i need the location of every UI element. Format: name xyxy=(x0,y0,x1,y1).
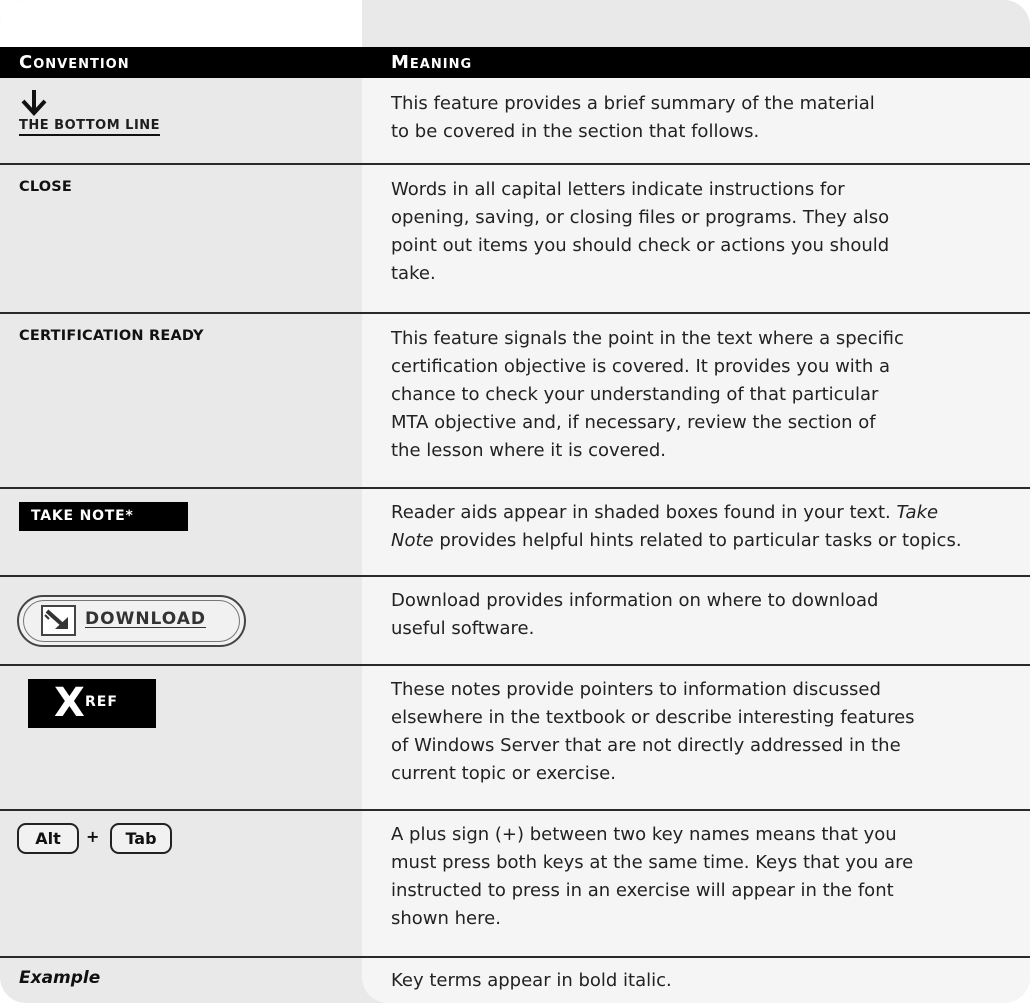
meaning-line: current topic or exercise. xyxy=(391,763,616,784)
xref-ref: REF xyxy=(85,694,118,710)
plus-sign: + xyxy=(86,827,100,846)
close-label: CLOSE xyxy=(19,179,73,195)
meaning-italic: Note xyxy=(391,530,434,551)
meaning-line: This feature signals the point in the te… xyxy=(391,328,904,349)
meaning-italic: Take xyxy=(896,502,939,523)
meaning-text: This feature provides a brief summary of… xyxy=(391,90,1016,146)
meaning-line: to be covered in the section that follow… xyxy=(391,121,760,142)
meaning-line: take. xyxy=(391,263,436,284)
meaning-text: A plus sign (+) between two key names me… xyxy=(391,821,1016,933)
certification-ready-label: CERTIFICATION READY xyxy=(19,328,204,344)
xref-badge: X REF xyxy=(28,679,156,728)
row-certification-ready: CERTIFICATION READY This feature signals… xyxy=(0,314,1030,487)
meaning-text: Reader aids appear in shaded boxes found… xyxy=(391,499,1016,555)
meaning-line: must press both keys at the same time. K… xyxy=(391,852,914,873)
meaning-text: Key terms appear in bold italic. xyxy=(391,967,1016,995)
header-convention: Convention xyxy=(19,52,130,73)
meaning-line: opening, saving, or closing files or pro… xyxy=(391,207,890,228)
meaning-text: These notes provide pointers to informat… xyxy=(391,676,1016,788)
meaning-line: Reader aids appear in shaded boxes found… xyxy=(391,499,1016,527)
down-arrow-icon xyxy=(21,90,47,116)
meaning-line: This feature provides a brief summary of… xyxy=(391,93,875,114)
meaning-line: A plus sign (+) between two key names me… xyxy=(391,824,897,845)
take-note-label: TAKE NOTE* xyxy=(19,502,188,531)
row-example: Example Key terms appear in bold italic. xyxy=(0,958,1030,1003)
row-keys: Alt + Tab A plus sign (+) between two ke… xyxy=(0,811,1030,956)
meaning-fragment: Reader aids appear in shaded boxes found… xyxy=(391,502,897,523)
top-right-tab xyxy=(362,0,1030,47)
download-label: DOWNLOAD xyxy=(85,609,207,629)
alt-key: Alt xyxy=(17,823,79,854)
tab-key: Tab xyxy=(110,823,172,854)
table-header: Convention Meaning xyxy=(0,47,1030,78)
meaning-text: Download provides information on where t… xyxy=(391,587,1016,643)
meaning-line: certification objective is covered. It p… xyxy=(391,356,891,377)
meaning-text: This feature signals the point in the te… xyxy=(391,325,1016,465)
xref-x: X xyxy=(54,680,85,726)
row-close: CLOSE Words in all capital letters indic… xyxy=(0,165,1030,312)
conventions-table: Convention Meaning THE BOTTOM LINE This … xyxy=(0,0,1030,1003)
meaning-line: point out items you should check or acti… xyxy=(391,235,890,256)
row-take-note: TAKE NOTE* Reader aids appear in shaded … xyxy=(0,489,1030,575)
meaning-line: Words in all capital letters indicate in… xyxy=(391,179,845,200)
row-bottom-line: THE BOTTOM LINE This feature provides a … xyxy=(0,78,1030,163)
meaning-line: the lesson where it is covered. xyxy=(391,440,666,461)
top-left-tab-space xyxy=(0,0,362,47)
meaning-line: instructed to press in an exercise will … xyxy=(391,880,894,901)
meaning-text: Words in all capital letters indicate in… xyxy=(391,176,1016,288)
meaning-line: These notes provide pointers to informat… xyxy=(391,679,881,700)
meaning-line: elsewhere in the textbook or describe in… xyxy=(391,707,915,728)
meaning-line: Download provides information on where t… xyxy=(391,590,879,611)
download-badge: DOWNLOAD xyxy=(17,595,246,647)
download-icon xyxy=(41,605,76,636)
meaning-line: shown here. xyxy=(391,908,501,929)
meaning-line: chance to check your understanding of th… xyxy=(391,384,879,405)
meaning-fragment: provides helpful hints related to partic… xyxy=(433,530,962,551)
bottom-line-label: THE BOTTOM LINE xyxy=(19,118,161,136)
header-meaning: Meaning xyxy=(391,52,473,73)
meaning-line: Key terms appear in bold italic. xyxy=(391,970,672,991)
meaning-line: Note provides helpful hints related to p… xyxy=(391,527,1016,555)
meaning-line: useful software. xyxy=(391,618,535,639)
row-download: DOWNLOAD Download provides information o… xyxy=(0,577,1030,664)
row-xref: X REF These notes provide pointers to in… xyxy=(0,666,1030,809)
meaning-line: of Windows Server that are not directly … xyxy=(391,735,901,756)
meaning-line: MTA objective and, if necessary, review … xyxy=(391,412,876,433)
example-label: Example xyxy=(19,968,101,988)
